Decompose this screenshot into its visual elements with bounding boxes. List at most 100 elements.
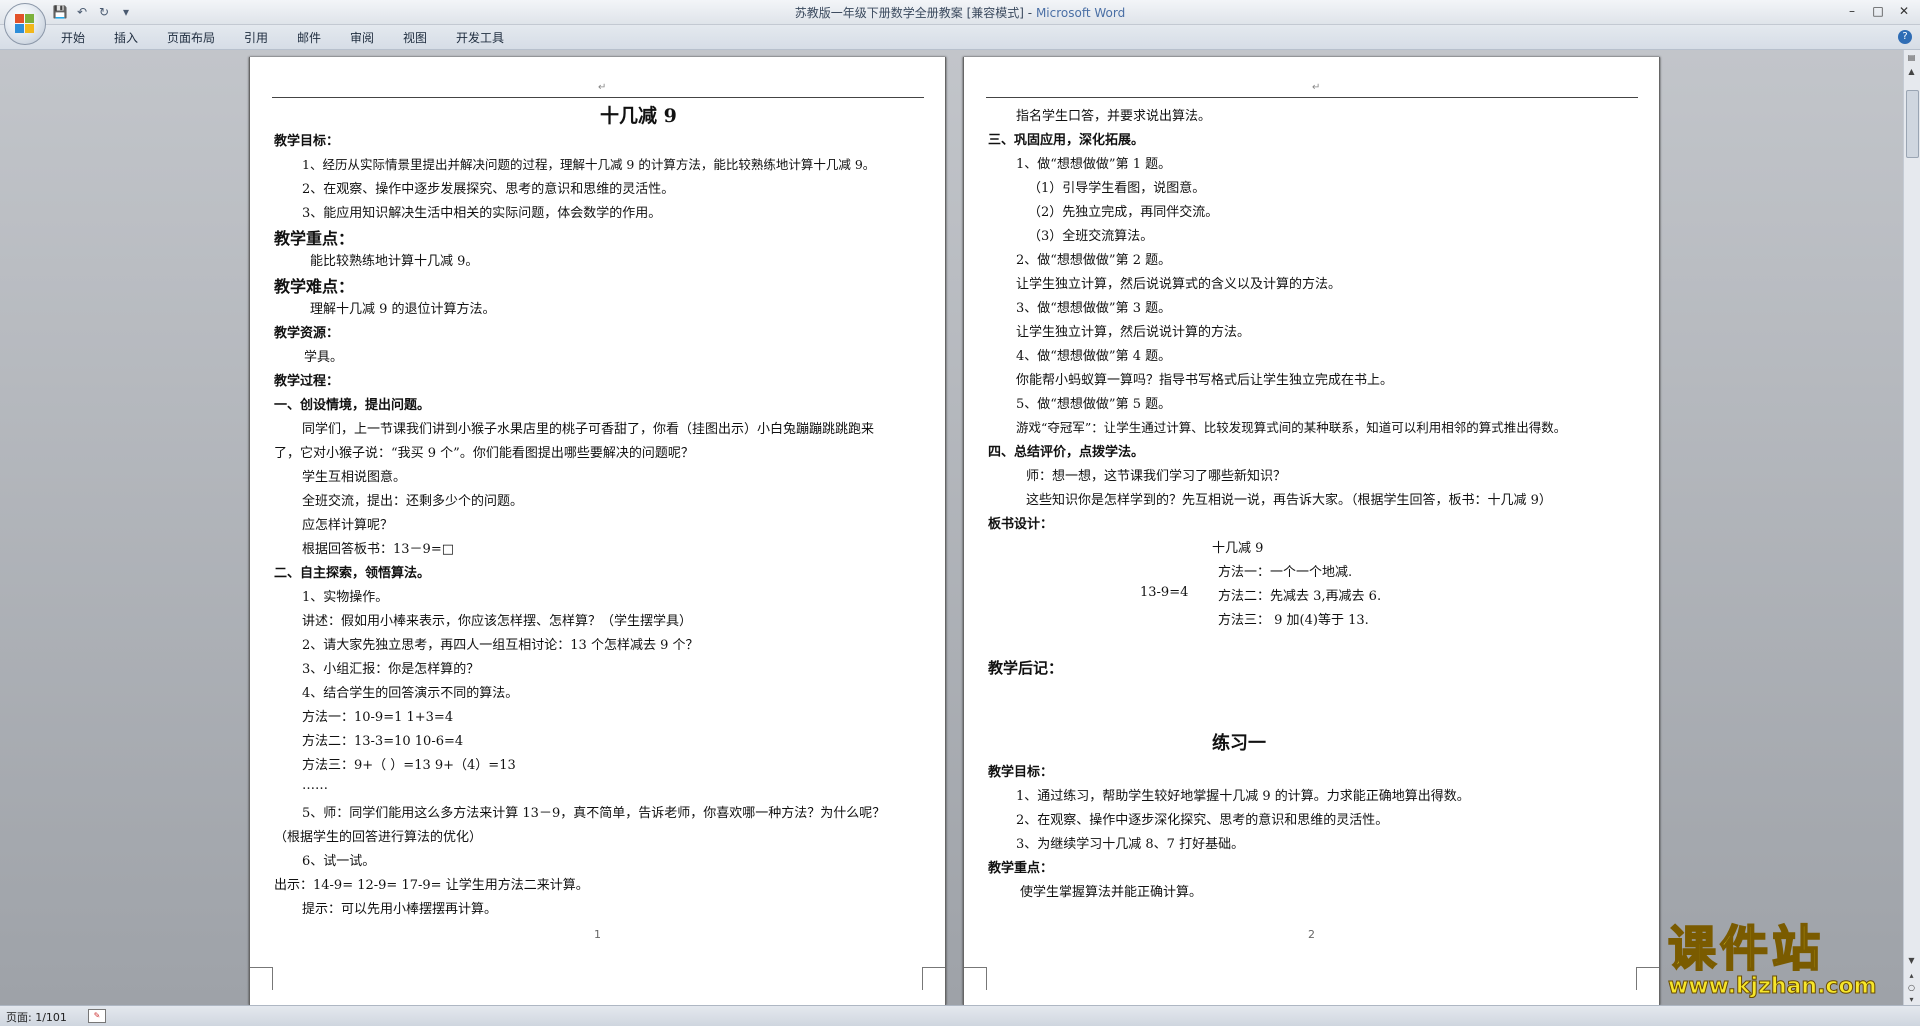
text-line: 让学生独立计算，然后说说计算的方法。 [1016,325,1251,340]
page-number: 1 [594,928,601,941]
text-line: 方法一：10-9=1 1+3=4 [302,710,454,725]
text-line: 6、试一试。 [302,854,376,869]
heading: 教学目标： [988,765,1054,780]
text-line: 了，它对小猴子说：“我买 9 个”。你们能看图提出哪些要解决的问题呢？ [274,446,694,461]
maximize-icon[interactable]: □ [1866,2,1890,20]
minimize-icon[interactable]: – [1840,2,1864,20]
window-controls: – □ ✕ [1840,2,1916,20]
heading: 教学重点： [988,861,1054,876]
heading: 教学目标： [274,134,340,149]
ribbon-tabs: 开始 插入 页面布局 引用 邮件 审阅 视图 开发工具 ? [0,25,1920,50]
page-1-content: 十几减 9 教学目标： 1、经历从实际情景里提出并解决问题的过程，理解十几减 9… [250,57,945,1005]
scroll-thumb[interactable] [1906,90,1919,158]
tab-page-layout[interactable]: 页面布局 [167,29,215,46]
text-line: （1）引导学生看图，说图意。 [1028,181,1206,196]
margin-corner [250,967,273,990]
page-1[interactable]: ↵ 十几减 9 教学目标： 1、经历从实际情景里提出并解决问题的过程，理解十几减… [249,57,946,1005]
text-line: 全班交流，提出：还剩多少个的问题。 [302,494,524,509]
window-title: 苏教版一年级下册数学全册教案 [兼容模式] - Microsoft Word [794,6,1126,20]
margin-corner [922,967,945,990]
proofing-icon[interactable]: ✎ [88,1009,106,1023]
text-line: 4、结合学生的回答演示不同的算法。 [302,686,519,701]
help-icon[interactable]: ? [1898,30,1912,44]
ruler-toggle-icon[interactable]: ▤ [1905,52,1918,64]
tab-review[interactable]: 审阅 [350,29,374,46]
scroll-up-icon[interactable]: ▲ [1905,66,1918,78]
exercise-title: 练习一 [1212,733,1266,754]
text-line: 游戏“夺冠军”：让学生通过计算、比较发现算式间的某种联系，知道可以利用相邻的算式… [1016,420,1567,435]
tab-home[interactable]: 开始 [61,29,85,46]
text-line: 使学生掌握算法并能正确计算。 [1020,885,1203,900]
text-line: 4、做“想想做做”第 4 题。 [1016,349,1172,364]
heading: 教学过程： [274,374,340,389]
heading: 教学资源： [274,326,340,341]
tab-view[interactable]: 视图 [403,29,427,46]
section-heading: 四、总结评价，点拨学法。 [988,445,1145,460]
lesson-title: 十几减 9 [600,105,677,127]
margin-corner [1636,967,1659,990]
select-browse-object-icon[interactable]: ○ [1905,982,1918,994]
office-logo-icon [15,14,35,34]
page-2-content: 指名学生口答，并要求说出算法。 三、巩固应用，深化拓展。 1、做“想想做做”第 … [964,57,1659,1005]
text-line: （3）全班交流算法。 [1028,229,1154,244]
page-number: 2 [1308,928,1315,941]
text-line: 3、做“想想做做”第 3 题。 [1016,301,1172,316]
text-line: 学具。 [304,350,344,365]
document-title: 苏教版一年级下册数学全册教案 [兼容模式] [794,6,1024,20]
text-line: 2、在观察、操作中逐步深化探究、思考的意识和思维的灵活性。 [1016,813,1389,828]
title-bar: 💾 ↶ ↻ ▾ 苏教版一年级下册数学全册教案 [兼容模式] - Microsof… [0,0,1920,25]
text-line: 师：想一想，这节课我们学习了哪些新知识？ [1026,469,1287,484]
text-line: （根据学生的回答进行算法的优化） [274,830,483,845]
text-line: 应怎样计算呢？ [302,518,394,533]
text-line: 3、小组汇报：你是怎样算的？ [302,662,480,677]
text-line: 同学们，上一节课我们讲到小猴子水果店里的桃子可香甜了，你看（挂图出示）小白兔蹦蹦… [302,422,875,437]
scroll-down-icon[interactable]: ▼ [1905,955,1918,967]
text-line: 方法二：13-3=10 10-6=4 [302,734,464,749]
office-button[interactable] [4,3,46,45]
status-bar: 页面: 1/101 ✎ [0,1005,1920,1026]
text-line: 3、能应用知识解决生活中相关的实际问题，体会数学的作用。 [302,206,662,221]
section-heading: 三、巩固应用，深化拓展。 [988,133,1145,148]
watermark-logo: 课件站 www.kjzhan.com [1667,921,1877,1000]
heading: 教学难点： [274,277,355,296]
heading: 教学后记： [988,659,1064,677]
tab-insert[interactable]: 插入 [114,29,138,46]
text-line: 让学生独立计算，然后说说算式的含义以及计算的方法。 [1016,277,1342,292]
text-line: 能比较熟练地计算十几减 9。 [310,254,479,269]
board-title: 十几减 9 [1212,541,1264,556]
margin-corner [964,967,987,990]
text-line: 1、经历从实际情景里提出并解决问题的过程，理解十几减 9 的计算方法，能比较熟练… [302,157,876,172]
board-method-2: 方法二：先减去 3,再减去 6. [1218,589,1382,604]
text-line: 学生互相说图意。 [302,470,407,485]
page-2[interactable]: ↵ 指名学生口答，并要求说出算法。 三、巩固应用，深化拓展。 1、做“想想做做”… [963,57,1660,1005]
text-line: 你能帮小蚂蚁算一算吗？指导书写格式后让学生独立完成在书上。 [1016,373,1394,388]
vertical-scrollbar[interactable]: ▤ ▲ ▼ ▴ ○ ▾ [1903,50,1920,1005]
text-line: 这些知识你是怎样学到的？先互相说一说，再告诉大家。（根据学生回答，板书：十几减 … [1026,493,1552,508]
text-line: 提示：可以先用小棒摆摆再计算。 [302,902,498,917]
section-heading: 一、创设情境，提出问题。 [274,398,431,413]
text-line: （2）先独立完成，再同伴交流。 [1028,205,1219,220]
text-line: 根据回答板书：13－9=□ [302,542,454,557]
text-line: 2、在观察、操作中逐步发展探究、思考的意识和思维的灵活性。 [302,182,675,197]
tab-developer[interactable]: 开发工具 [456,29,504,46]
text-line: 1、做“想想做做”第 1 题。 [1016,157,1172,172]
text-line: 方法三：9+（ ）=13 9+（4）=13 [302,758,516,773]
app-name: Microsoft Word [1035,6,1126,20]
page-counter[interactable]: 页面: 1/101 [6,1009,67,1025]
heading: 板书设计： [988,517,1054,532]
text-line: 5、做“想想做做”第 5 题。 [1016,397,1172,412]
text-line: …… [302,778,328,793]
board-method-1: 方法一：一个一个地减. [1218,565,1353,580]
close-icon[interactable]: ✕ [1892,2,1916,20]
heading: 教学重点： [274,229,355,248]
tab-mailings[interactable]: 邮件 [297,29,321,46]
previous-page-icon[interactable]: ▴ [1905,970,1918,982]
text-line: 指名学生口答，并要求说出算法。 [1016,109,1212,124]
tab-references[interactable]: 引用 [244,29,268,46]
text-line: 出示：14-9= 12-9= 17-9= 让学生用方法二来计算。 [274,878,589,893]
board-method-3: 方法三： 9 加(4)等于 13. [1218,613,1369,628]
text-line: 2、请大家先独立思考，再四人一组互相讨论：13 个怎样减去 9 个？ [302,638,699,653]
text-line: 5、师：同学们能用这么多方法来计算 13－9，真不简单，告诉老师，你喜欢哪一种方… [302,806,886,821]
text-line: 讲述：假如用小棒来表示，你应该怎样摆、怎样算？（学生摆学具） [302,614,693,629]
text-line: 2、做“想想做做”第 2 题。 [1016,253,1172,268]
